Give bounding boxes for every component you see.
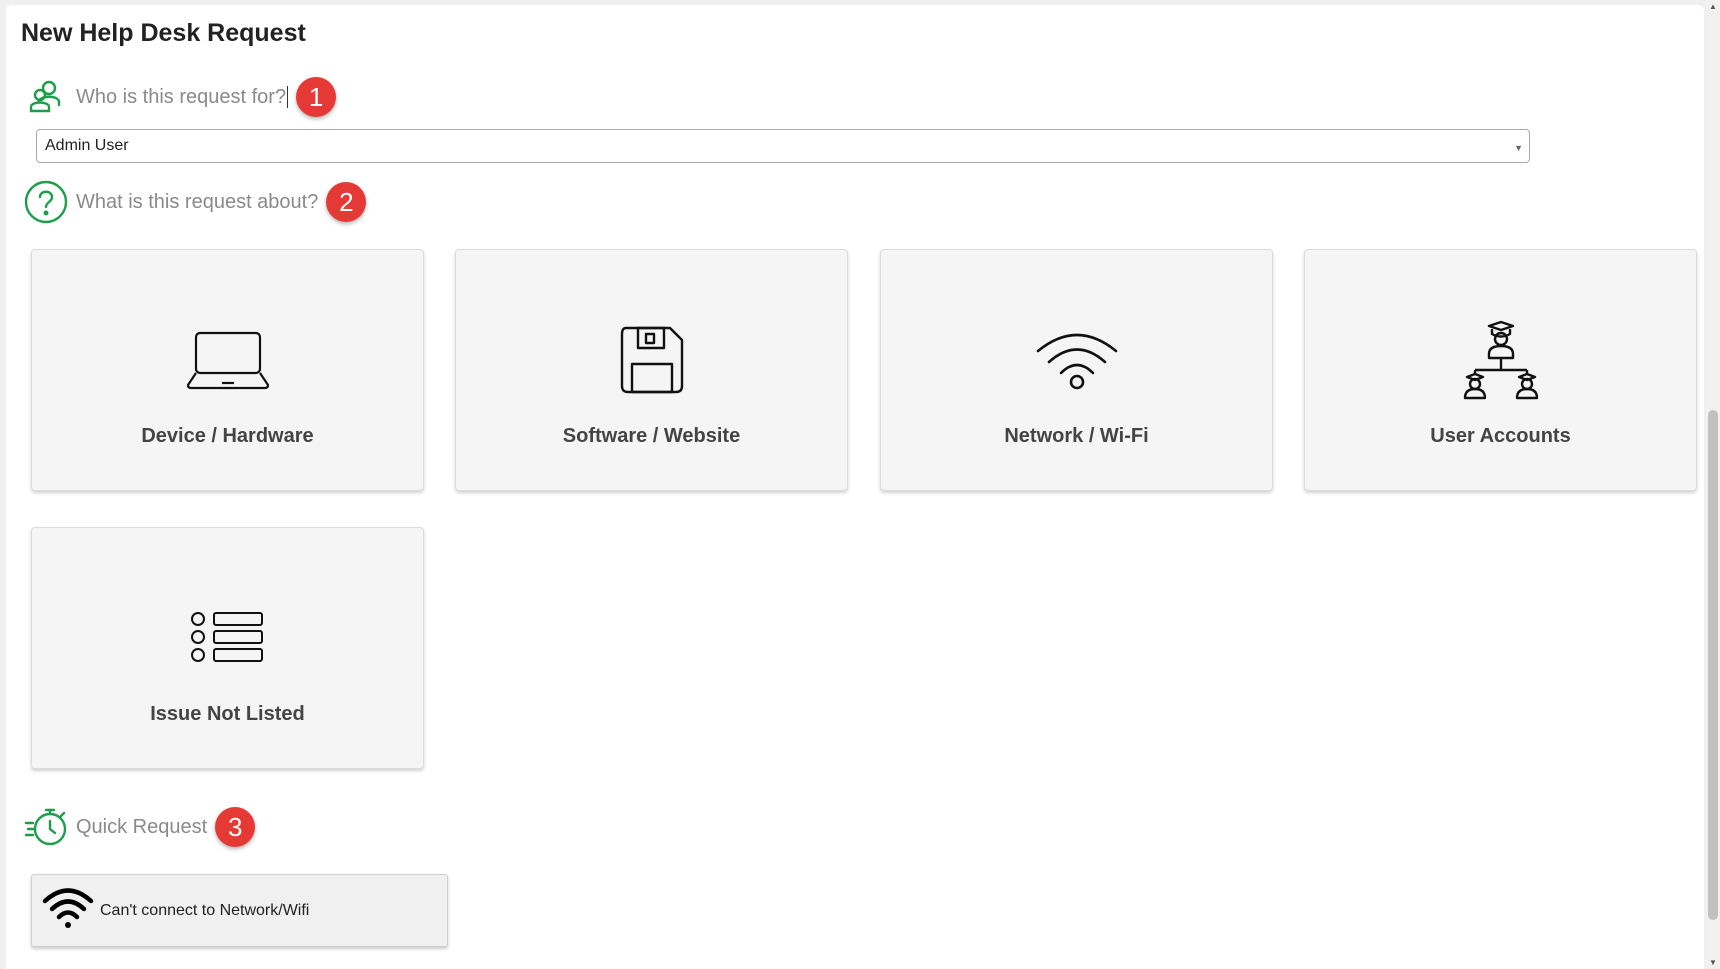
chevron-down-icon: ▼ xyxy=(1514,143,1523,153)
tile-label: User Accounts xyxy=(1430,425,1571,447)
tile-label: Device / Hardware xyxy=(141,425,314,447)
quick-section-header: Quick Request 3 xyxy=(24,805,256,849)
tile-user-accounts[interactable]: User Accounts xyxy=(1304,249,1697,491)
topic-section-header: What is this request about? 2 xyxy=(24,180,367,224)
list-icon xyxy=(32,598,423,678)
quick-label: Quick Request xyxy=(76,815,208,838)
requester-section-header: Who is this request for? 1 xyxy=(24,75,337,119)
question-circle-icon xyxy=(24,180,68,224)
wifi-icon xyxy=(881,320,1272,400)
tile-device-hardware[interactable]: Device / Hardware xyxy=(31,249,424,491)
tile-label: Issue Not Listed xyxy=(150,703,305,725)
request-panel: New Help Desk Request Who is this reques… xyxy=(6,5,1704,969)
floppy-disk-icon xyxy=(456,320,847,400)
wifi-icon xyxy=(42,886,94,935)
tile-label: Software / Website xyxy=(562,425,741,447)
topic-label: What is this request about? xyxy=(76,190,319,213)
page-title: New Help Desk Request xyxy=(21,19,306,47)
tile-network-wifi[interactable]: Network / Wi-Fi xyxy=(880,249,1273,491)
quick-request-label: Can't connect to Network/Wifi xyxy=(100,901,310,919)
requester-label: Who is this request for? xyxy=(76,85,289,109)
user-group-icon xyxy=(24,75,68,119)
tile-issue-not-listed[interactable]: Issue Not Listed xyxy=(31,527,424,769)
vertical-scrollbar[interactable]: ▲ ▼ xyxy=(1706,0,1720,969)
step-badge-1: 1 xyxy=(296,77,337,117)
stopwatch-icon xyxy=(24,805,68,849)
laptop-icon xyxy=(32,320,423,400)
step-badge-2: 2 xyxy=(326,182,367,222)
scroll-down-icon[interactable]: ▼ xyxy=(1709,958,1717,967)
scroll-up-icon[interactable]: ▲ xyxy=(1709,2,1717,11)
scrollbar-thumb[interactable] xyxy=(1708,410,1718,920)
requester-select-value: Admin User xyxy=(45,137,129,154)
user-hierarchy-icon xyxy=(1305,320,1696,400)
tile-software-website[interactable]: Software / Website xyxy=(455,249,848,491)
requester-select[interactable]: Admin User ▼ xyxy=(36,129,1530,163)
tile-label: Network / Wi-Fi xyxy=(1004,425,1149,447)
quick-request-network[interactable]: Can't connect to Network/Wifi xyxy=(31,874,448,947)
step-badge-3: 3 xyxy=(215,807,256,847)
